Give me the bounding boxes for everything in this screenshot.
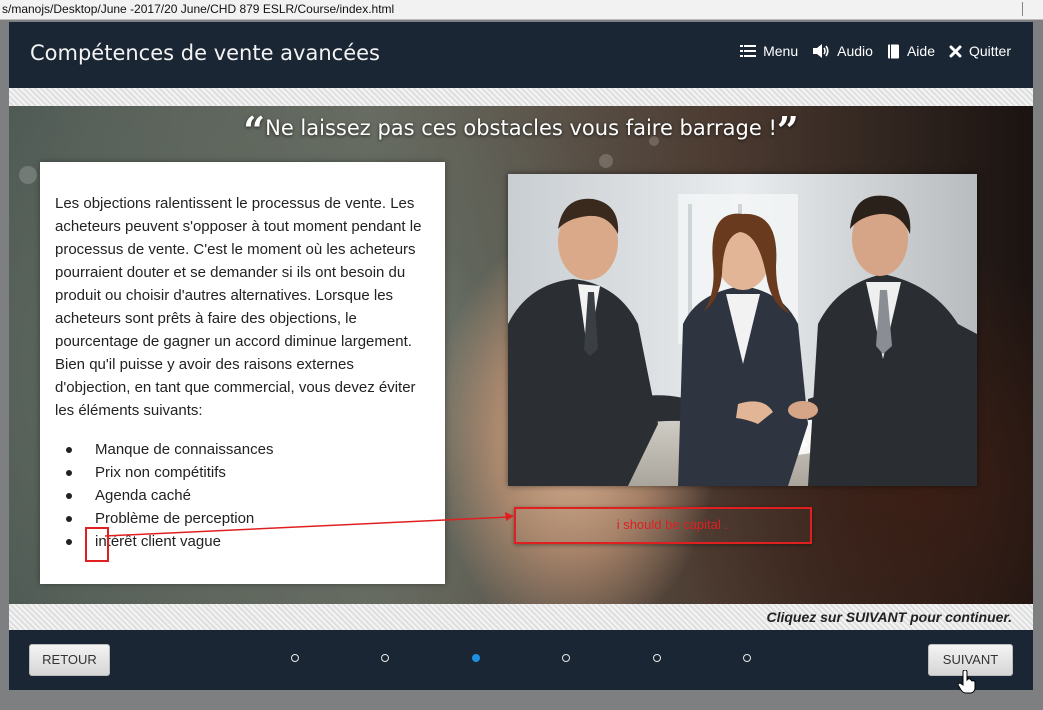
course-header: Compétences de vente avancées Menu Audio [9,22,1033,88]
content-card: Les objections ralentissent le processus… [40,162,445,584]
annotation-note: i should be capital . [616,517,728,532]
list-item: Manque de connaissances [55,438,273,461]
background-light [599,154,613,168]
slide-heading: “Ne laissez pas ces obstacles vous faire… [9,108,1033,153]
slide-heading-text: Ne laissez pas ces obstacles vous faire … [265,116,777,140]
background-light [19,166,37,184]
help-label: Aide [906,43,935,59]
page-dot-3[interactable] [472,654,480,662]
slide-stage: “Ne laissez pas ces obstacles vous faire… [9,106,1033,604]
list-item: Prix non compétitifs [55,461,273,484]
continue-prompt: Cliquez sur SUIVANT pour continuer. [766,609,1012,625]
address-bar-edge [1022,2,1031,16]
quit-button[interactable]: Quitter [949,43,1011,59]
business-meeting-photo [508,174,977,486]
list-icon [740,45,757,57]
bottom-divider: Cliquez sur SUIVANT pour continuer. [9,604,1033,630]
annotation-highlight [85,527,109,562]
quit-label: Quitter [968,43,1011,59]
open-quote: “ [243,108,266,153]
page-dot-2[interactable] [381,654,389,662]
course-player: Compétences de vente avancées Menu Audio [9,22,1033,690]
close-icon [949,45,962,57]
list-item: Agenda caché [55,484,273,507]
audio-button[interactable]: Audio [812,43,873,59]
meeting-illustration [508,174,977,486]
audio-label: Audio [837,43,873,59]
url-text: s/manojs/Desktop/June -2017/20 June/CHD … [2,2,395,16]
page-dot-4[interactable] [562,654,570,662]
page-dot-1[interactable] [291,654,299,662]
annotation-callout: i should be capital . [514,507,812,544]
header-nav: Menu Audio Aide Quitter [726,43,1011,59]
page-dot-5[interactable] [653,654,661,662]
body-paragraph: Les objections ralentissent le processus… [55,195,422,419]
menu-label: Menu [763,43,799,59]
browser-address-bar[interactable]: s/manojs/Desktop/June -2017/20 June/CHD … [0,0,1043,20]
hand-cursor-icon [958,670,976,694]
menu-button[interactable]: Menu [740,43,798,59]
book-icon [887,44,899,58]
help-button[interactable]: Aide [887,43,935,59]
course-title: Compétences de vente avancées [30,41,380,65]
close-quote: ” [776,108,799,153]
course-footer: RETOUR SUIVANT [9,630,1033,690]
top-divider [9,88,1033,106]
page-dot-6[interactable] [743,654,751,662]
back-button[interactable]: RETOUR [29,644,110,676]
speaker-icon [813,44,829,58]
